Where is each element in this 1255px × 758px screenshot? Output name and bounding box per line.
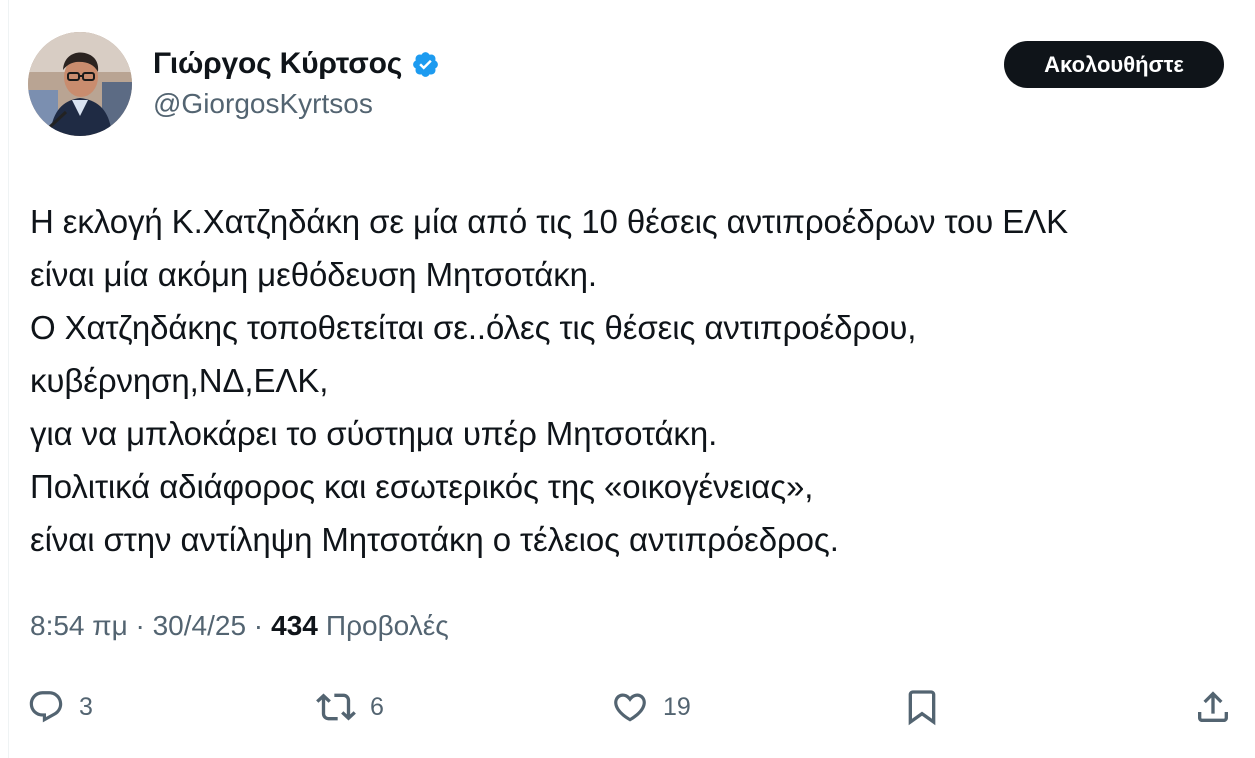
- author-display-name[interactable]: Γιώργος Κύρτσος: [153, 47, 402, 81]
- bookmark-button[interactable]: [902, 683, 942, 731]
- tweet-text-line: είναι στην αντίληψη Μητσοτάκη ο τέλειος …: [30, 521, 839, 558]
- tweet-text-line: είναι μία ακόμη μεθόδευση Μητσοτάκη.: [30, 256, 597, 293]
- share-button[interactable]: [1193, 683, 1233, 731]
- retweet-button[interactable]: 6: [316, 683, 384, 731]
- tweet-text-line: Η εκλογή Κ.Χατζηδάκη σε μία από τις 10 θ…: [30, 203, 1068, 240]
- tweet-text-line: κυβέρνηση,ΝΔ,ΕΛΚ,: [30, 362, 329, 399]
- heart-icon: [614, 693, 646, 722]
- like-count: 19: [663, 692, 691, 721]
- tweet-text-line: για να μπλοκάρει το σύστημα υπέρ Μητσοτά…: [30, 415, 718, 452]
- like-button[interactable]: 19: [611, 683, 691, 731]
- retweet-count: 6: [370, 692, 384, 721]
- author-handle[interactable]: @GiorgosKyrtsos: [153, 88, 373, 120]
- tweet-text: Η εκλογή Κ.Χατζηδάκη σε μία από τις 10 θ…: [30, 195, 1245, 566]
- tweet-timestamp[interactable]: 8:54 πμ · 30/4/25 ·: [30, 610, 263, 642]
- reply-button[interactable]: 3: [27, 683, 93, 731]
- tweet-actions: 3 6 19: [0, 683, 1255, 731]
- avatar-photo: [28, 32, 132, 136]
- tweet-text-line: Ο Χατζηδάκης τοποθετείται σε..όλες τις θ…: [30, 309, 917, 346]
- avatar[interactable]: [28, 32, 132, 136]
- follow-button[interactable]: Ακολουθήστε: [1004, 41, 1224, 88]
- reply-count: 3: [79, 692, 93, 721]
- views-count: 434: [271, 610, 318, 641]
- views-label: Προβολές: [325, 610, 449, 641]
- retweet-icon: [316, 693, 356, 721]
- share-icon: [1198, 691, 1228, 722]
- reply-icon: [29, 691, 63, 723]
- tweet-meta: 8:54 πμ · 30/4/25 · 434 Προβολές: [30, 610, 449, 642]
- bookmark-icon: [908, 690, 936, 726]
- verified-badge-icon: [411, 50, 440, 79]
- left-border: [8, 0, 9, 758]
- author-name-row[interactable]: Γιώργος Κύρτσος: [153, 44, 440, 84]
- tweet-text-line: Πολιτικά αδιάφορος και εσωτερικός της «ο…: [30, 468, 814, 505]
